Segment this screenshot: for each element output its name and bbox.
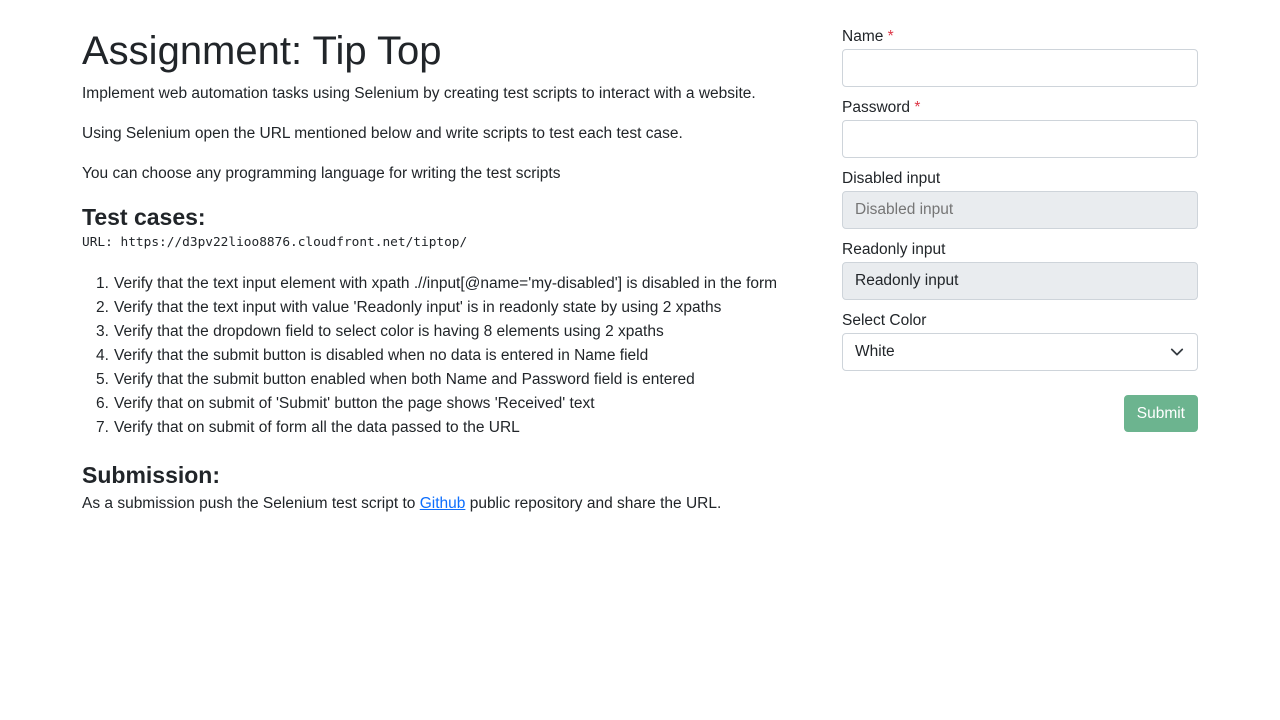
list-item-text: Verify that the text input with value 'R… [114, 299, 722, 316]
readonly-field-group: Readonly input [842, 239, 1198, 300]
assignment-content: Assignment: Tip Top Implement web automa… [82, 26, 822, 516]
list-item-text: Verify that on submit of 'Submit' button… [114, 395, 595, 412]
readonly-input[interactable] [842, 262, 1198, 300]
select-field-group: Select Color White [842, 310, 1198, 371]
list-item-number: 1. [96, 275, 109, 292]
list-item: 5. Verify that the submit button enabled … [96, 368, 822, 392]
intro-paragraph-1: Implement web automation tasks using Sel… [82, 85, 756, 102]
list-item-text: Verify that the submit button enabled wh… [114, 371, 695, 388]
select-color-label: Select Color [842, 312, 927, 329]
list-item: 6. Verify that on submit of 'Submit' butt… [96, 392, 822, 416]
name-field-group: Name * [842, 26, 1198, 87]
test-url: URL: https://d3pv22lioo8876.cloudfront.n… [82, 235, 468, 250]
select-color-dropdown[interactable]: White [842, 333, 1198, 371]
name-label-text: Name [842, 28, 884, 45]
list-item: 4. Verify that the submit button is disab… [96, 344, 822, 368]
list-item-text: Verify that the text input element with … [114, 275, 778, 292]
test-form: Name * Password * Disabled input Readonl… [842, 26, 1198, 435]
list-item: 2. Verify that the text input with value … [96, 296, 822, 320]
page-title: Assignment: Tip Top [82, 29, 442, 73]
list-item-number: 5. [96, 371, 109, 388]
intro-paragraph-3: You can choose any programming language … [82, 165, 561, 182]
list-item-text: Verify that the dropdown field to select… [114, 323, 664, 340]
disabled-input [842, 191, 1198, 229]
submission-text-before: As a submission push the Selenium test s… [82, 495, 420, 512]
list-item-number: 7. [96, 419, 109, 436]
submission-heading: Submission: [82, 462, 221, 488]
name-input[interactable] [842, 49, 1198, 87]
required-mark: * [914, 99, 921, 116]
submission-text-after: public repository and share the URL. [465, 495, 722, 512]
chevron-down-icon [1170, 348, 1184, 356]
disabled-field-group: Disabled input [842, 168, 1198, 229]
submit-row: Submit [842, 395, 1198, 435]
password-input[interactable] [842, 120, 1198, 158]
list-item-number: 2. [96, 299, 109, 316]
list-item-number: 3. [96, 323, 109, 340]
password-label: Password * [842, 97, 1198, 119]
select-color-value: White [842, 333, 1198, 371]
list-item: 7. Verify that on submit of form all the … [96, 416, 822, 440]
submission-paragraph: As a submission push the Selenium test s… [82, 492, 822, 516]
password-label-text: Password [842, 99, 911, 116]
test-cases-heading: Test cases: [82, 204, 206, 230]
readonly-input-label: Readonly input [842, 241, 946, 258]
password-field-group: Password * [842, 97, 1198, 158]
list-item: 1. Verify that the text input element wit… [96, 272, 822, 296]
disabled-input-label: Disabled input [842, 170, 941, 187]
test-case-list: 1. Verify that the text input element wit… [82, 272, 822, 440]
page: Assignment: Tip Top Implement web automa… [0, 0, 1280, 720]
intro-paragraph-2: Using Selenium open the URL mentioned be… [82, 125, 683, 142]
list-item-text: Verify that the submit button is disable… [114, 347, 649, 364]
github-link[interactable]: Github [420, 495, 466, 512]
list-item-number: 4. [96, 347, 109, 364]
list-item-number: 6. [96, 395, 109, 412]
required-mark: * [887, 28, 894, 45]
list-item: 3. Verify that the dropdown field to sele… [96, 320, 822, 344]
name-label: Name * [842, 26, 1198, 48]
list-item-text: Verify that on submit of form all the da… [114, 419, 520, 436]
submit-button[interactable]: Submit [1123, 395, 1198, 432]
